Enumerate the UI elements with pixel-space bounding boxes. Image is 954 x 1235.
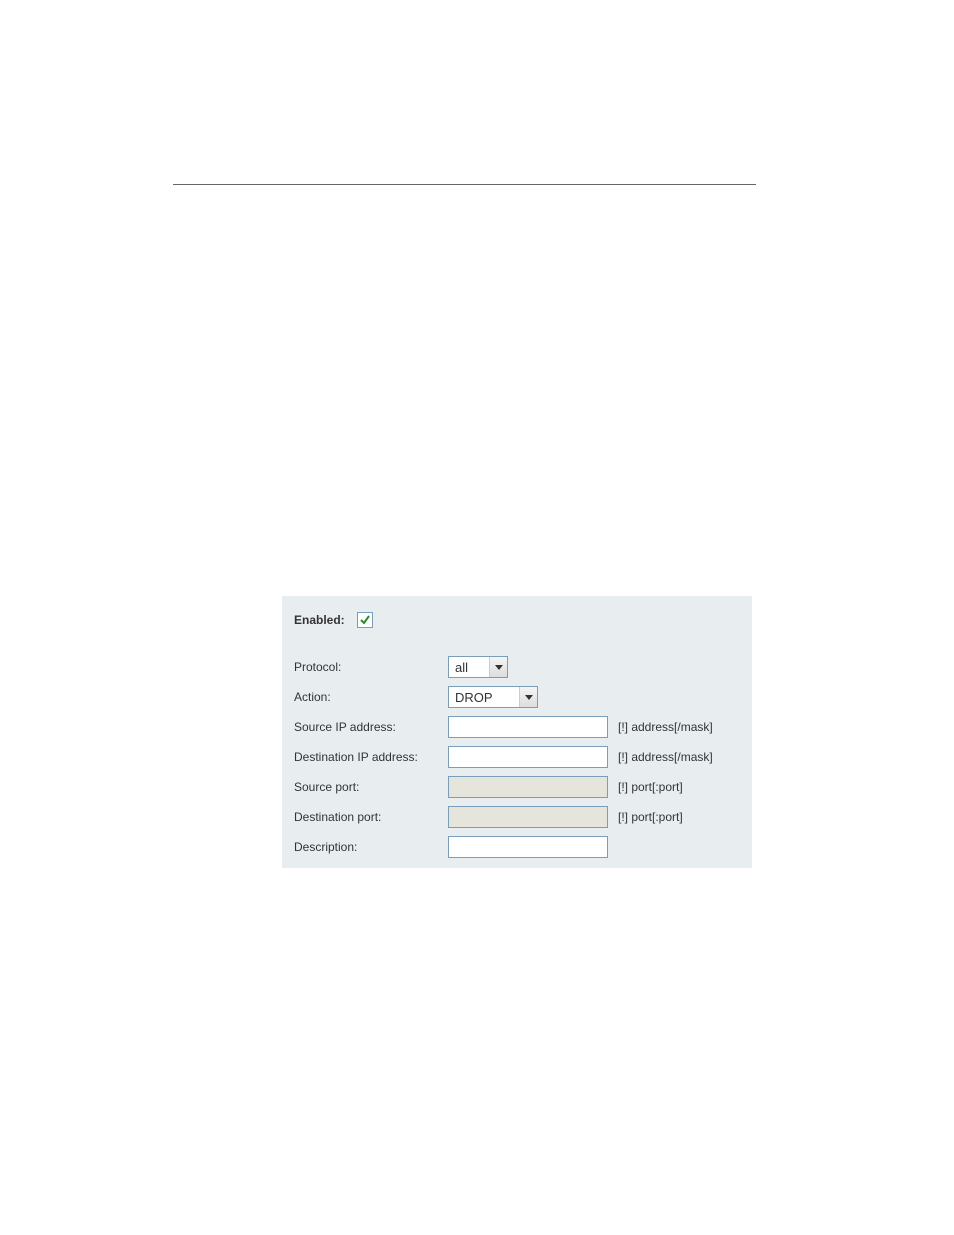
source-ip-hint: [!] address[/mask] <box>618 720 713 734</box>
dest-port-row: Destination port: [!] port[:port] <box>294 806 740 828</box>
source-ip-input[interactable] <box>448 716 608 738</box>
chevron-down-icon <box>489 657 507 677</box>
dest-port-label: Destination port: <box>294 810 448 824</box>
dest-ip-hint: [!] address[/mask] <box>618 750 713 764</box>
source-port-label: Source port: <box>294 780 448 794</box>
protocol-select[interactable]: all <box>448 656 508 678</box>
chevron-down-icon <box>519 687 537 707</box>
action-select[interactable]: DROP <box>448 686 538 708</box>
action-label: Action: <box>294 690 448 704</box>
action-row: Action: DROP <box>294 686 740 708</box>
dest-ip-label: Destination IP address: <box>294 750 448 764</box>
source-ip-label: Source IP address: <box>294 720 448 734</box>
enabled-checkbox[interactable] <box>357 612 373 628</box>
action-value: DROP <box>449 688 519 707</box>
filter-form-panel: Enabled: Protocol: all Action: DROP Sour… <box>282 596 752 868</box>
enabled-row: Enabled: <box>294 612 740 628</box>
dest-ip-input[interactable] <box>448 746 608 768</box>
dest-port-input <box>448 806 608 828</box>
enabled-label: Enabled: <box>294 613 345 627</box>
horizontal-rule <box>173 184 756 185</box>
checkmark-icon <box>359 614 371 626</box>
source-ip-row: Source IP address: [!] address[/mask] <box>294 716 740 738</box>
source-port-row: Source port: [!] port[:port] <box>294 776 740 798</box>
dest-ip-row: Destination IP address: [!] address[/mas… <box>294 746 740 768</box>
dest-port-hint: [!] port[:port] <box>618 810 683 824</box>
description-label: Description: <box>294 840 448 854</box>
protocol-value: all <box>449 658 489 677</box>
description-input[interactable] <box>448 836 608 858</box>
source-port-hint: [!] port[:port] <box>618 780 683 794</box>
protocol-label: Protocol: <box>294 660 448 674</box>
description-row: Description: <box>294 836 740 858</box>
source-port-input <box>448 776 608 798</box>
protocol-row: Protocol: all <box>294 656 740 678</box>
